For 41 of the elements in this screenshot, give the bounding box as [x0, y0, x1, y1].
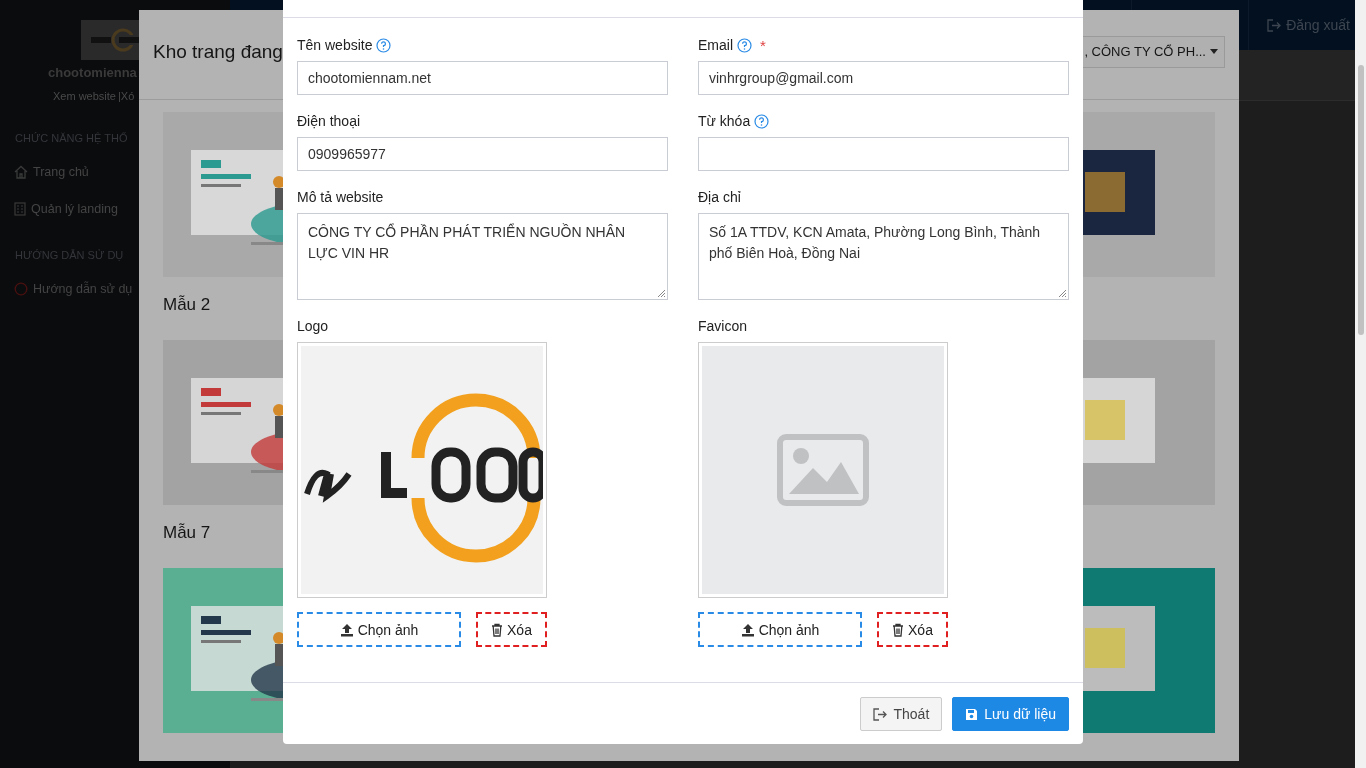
template-caption: Mẫu 7: [163, 523, 211, 543]
scrollbar[interactable]: [1355, 0, 1366, 768]
input-field[interactable]: chootomiennam.net: [297, 61, 668, 95]
sign-out-icon: [872, 707, 888, 721]
choose-image-button[interactable]: Chọn ảnh: [698, 612, 862, 647]
trash-icon: [892, 622, 905, 637]
field-label: Tên website: [297, 37, 373, 53]
field-label: Mô tả website: [297, 189, 384, 205]
input-field[interactable]: 0909965977: [297, 137, 668, 171]
modal-title: Kho trang đang: [153, 40, 283, 63]
exit-button[interactable]: Thoát: [859, 697, 943, 731]
upload-icon: [339, 622, 354, 637]
input-field[interactable]: [698, 137, 1069, 171]
resize-grip-icon[interactable]: [657, 289, 666, 298]
home-icon: [14, 165, 28, 179]
required-mark: *: [760, 36, 766, 54]
field-label: Từ khóa: [698, 113, 751, 129]
text-area[interactable]: Số 1A TTDV, KCN Amata, Phường Long Bình, Thành phố Biên Hoà, Đồng Nai: [698, 213, 1069, 300]
help-icon[interactable]: [376, 37, 392, 53]
upload-icon: [740, 622, 755, 637]
trash-icon: [491, 622, 504, 637]
circle-icon: [14, 282, 28, 296]
field-label: Email: [698, 37, 733, 53]
resize-grip-icon[interactable]: [1058, 289, 1067, 298]
template-caption: Mẫu 2: [163, 295, 211, 315]
field-label: Điện thoại: [297, 113, 361, 129]
image-placeholder-icon: [777, 434, 869, 506]
delete-image-button[interactable]: Xóa: [877, 612, 948, 647]
choose-image-button[interactable]: Chọn ảnh: [297, 612, 461, 647]
save-icon: [965, 707, 979, 721]
field-label: Logo: [297, 318, 329, 334]
help-icon[interactable]: [754, 113, 770, 129]
input-field[interactable]: vinhrgroup@gmail.com: [698, 61, 1069, 95]
field-label: Favicon: [698, 318, 748, 334]
delete-image-button[interactable]: Xóa: [476, 612, 547, 647]
sign-out-icon: [1267, 18, 1282, 32]
save-button[interactable]: Lưu dữ liệu: [952, 697, 1069, 731]
document-icon: [14, 202, 26, 216]
text-area[interactable]: CÔNG TY CỔ PHẦN PHÁT TRIỂN NGUỒN NHÂN LỰC VIN HR: [297, 213, 668, 300]
field-label: Địa chỉ: [698, 189, 741, 205]
help-icon[interactable]: [737, 37, 752, 53]
